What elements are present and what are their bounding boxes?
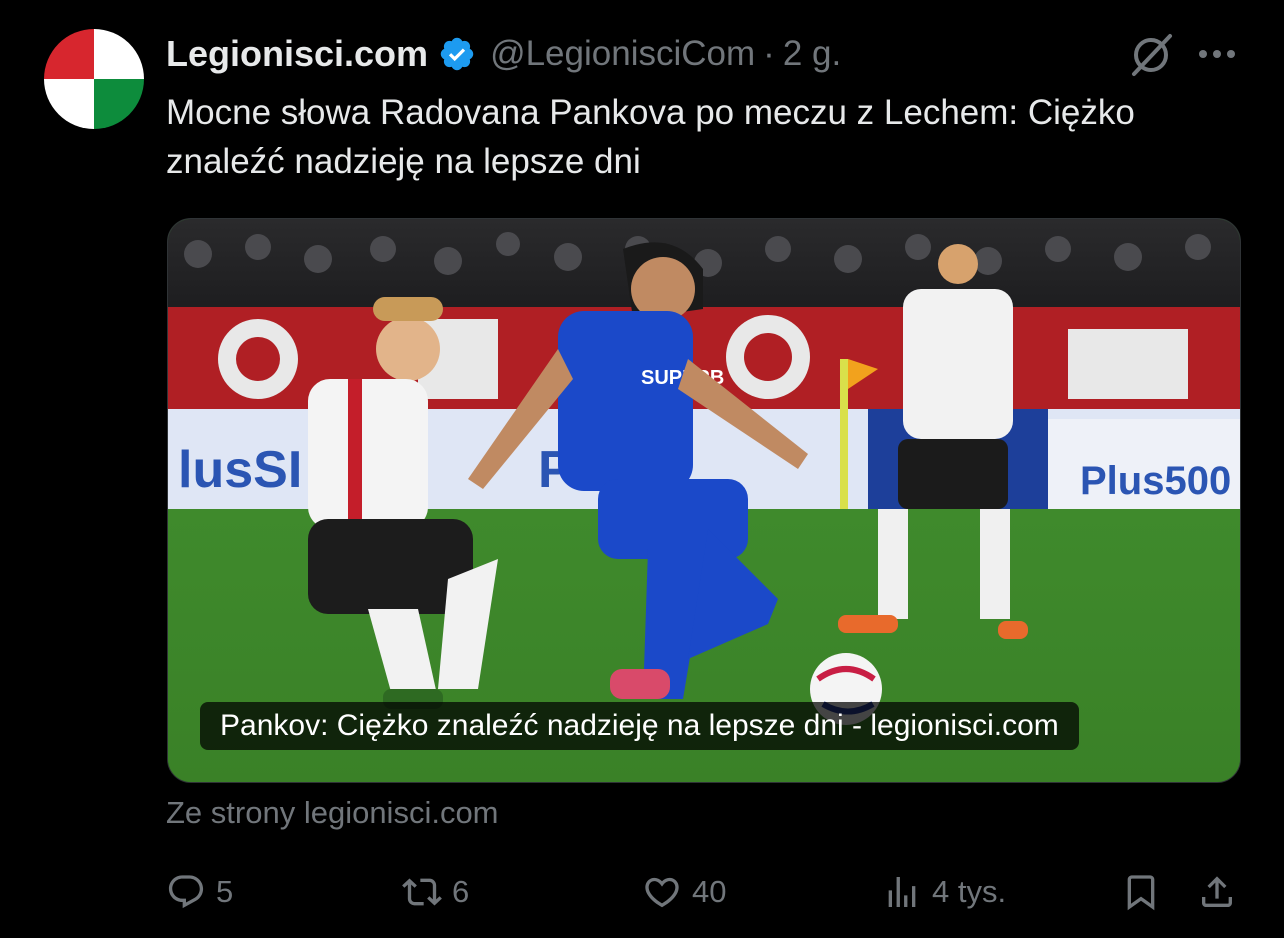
like-icon [645, 877, 679, 908]
like-count: 40 [692, 874, 727, 909]
more-icon[interactable] [1197, 40, 1237, 68]
link-card[interactable]: lusSI PLUS Plus500 12 [167, 218, 1241, 783]
grok-icon[interactable] [1128, 32, 1174, 78]
separator-dot: · [763, 34, 775, 73]
tweet-text: Mocne słowa Radovana Pankova po meczu z … [166, 93, 1135, 181]
avatar-logo [44, 29, 144, 129]
tweet-header: Legionisci.com @LegionisciCom · 2 g. [166, 30, 841, 78]
retweet-button[interactable]: 6 [402, 860, 469, 924]
bookmark-button[interactable] [1121, 860, 1161, 924]
action-bar: 5 6 40 4 tys. [0, 860, 1284, 924]
user-handle[interactable]: @LegionisciCom [490, 34, 755, 74]
avatar[interactable] [44, 29, 144, 129]
share-button[interactable] [1197, 860, 1237, 924]
verified-icon [440, 37, 474, 71]
bookmark-icon [1127, 875, 1155, 911]
reply-count: 5 [216, 874, 234, 909]
card-caption: Pankov: Ciężko znaleźć nadzieję na lepsz… [200, 702, 1079, 750]
board-text-left: lusSI [178, 441, 302, 499]
card-image: lusSI PLUS Plus500 12 [168, 219, 1240, 782]
card-source[interactable]: Ze strony legionisci.com [166, 795, 499, 831]
views-count: 4 tys. [932, 874, 1007, 909]
reply-icon [168, 875, 204, 909]
timestamp[interactable]: 2 g. [783, 34, 841, 74]
display-name[interactable]: Legionisci.com [166, 33, 428, 75]
board-text-right: Plus500 [1080, 459, 1231, 503]
share-icon [1202, 876, 1232, 907]
retweet-count: 6 [452, 874, 470, 909]
views-button[interactable]: 4 tys. [882, 860, 1006, 924]
retweet-icon [402, 878, 442, 906]
reply-button[interactable]: 5 [166, 860, 233, 924]
views-icon [888, 877, 916, 907]
like-button[interactable]: 40 [642, 860, 726, 924]
